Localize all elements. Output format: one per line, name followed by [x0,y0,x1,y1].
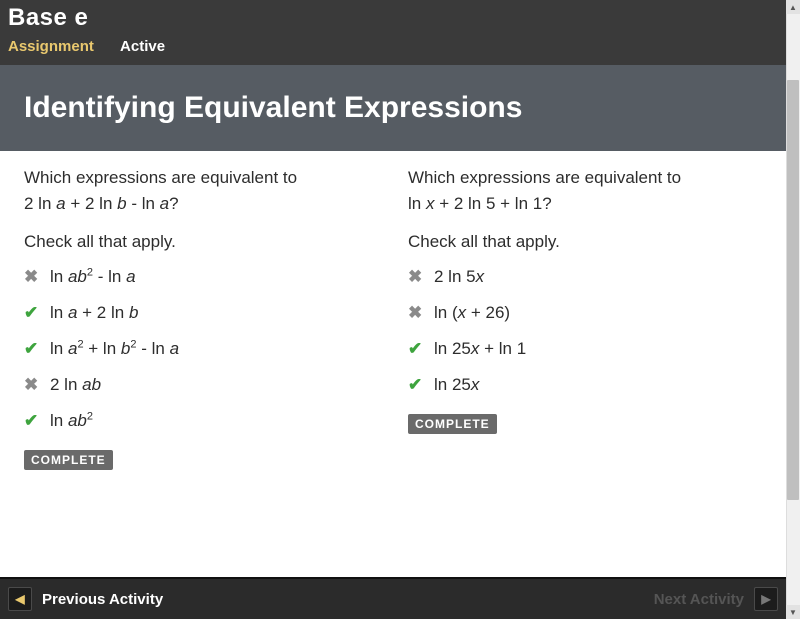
option-text: 2 ln 5x [434,266,484,288]
option-text: ln a + 2 ln b [50,302,138,324]
option-text: ln a2 + ln b2 - ln a [50,338,179,360]
course-title: Base e [8,4,778,32]
instruction-text: Check all that apply. [24,232,368,252]
check-icon: ✔ [24,340,50,357]
question-right: Which expressions are equivalent to ln x… [388,167,762,470]
option-item[interactable]: ✔ln a2 + ln b2 - ln a [24,338,368,360]
scroll-thumb[interactable] [787,80,799,500]
prompt-text: Which expressions are equivalent to [24,167,368,190]
chevron-left-icon: ◀ [8,587,32,611]
option-item[interactable]: ✔ln a + 2 ln b [24,302,368,324]
top-header: Base e Assignment Active [0,0,786,65]
prompt-text: Which expressions are equivalent to [408,167,752,190]
content-area: Which expressions are equivalent to 2 ln… [0,151,786,480]
expression-line: 2 ln a + 2 ln b - ln a? [24,194,368,214]
scroll-up-icon[interactable]: ▲ [786,0,800,14]
x-icon: ✖ [24,376,50,393]
title-band: Identifying Equivalent Expressions [0,65,786,151]
option-item[interactable]: ✖2 ln ab [24,374,368,396]
page-heading: Identifying Equivalent Expressions [24,91,762,125]
option-item[interactable]: ✔ln 25x [408,374,752,396]
options-list: ✖ln ab2 - ln a✔ln a + 2 ln b✔ln a2 + ln … [24,266,368,432]
bottom-nav: ◀ Previous Activity Next Activity ▶ [0,577,786,619]
check-icon: ✔ [408,340,434,357]
options-list: ✖2 ln 5x✖ln (x + 26)✔ln 25x + ln 1✔ln 25… [408,266,752,396]
assignment-label: Assignment [8,38,94,55]
next-activity-button: Next Activity ▶ [654,587,778,611]
option-item[interactable]: ✖2 ln 5x [408,266,752,288]
option-text: ln 25x [434,374,479,396]
option-item[interactable]: ✖ln ab2 - ln a [24,266,368,288]
x-icon: ✖ [24,268,50,285]
previous-activity-label: Previous Activity [42,591,163,608]
option-text: ln (x + 26) [434,302,510,324]
scroll-down-icon[interactable]: ▼ [786,605,800,619]
option-text: ln ab2 [50,410,93,432]
previous-activity-button[interactable]: ◀ Previous Activity [8,587,163,611]
check-icon: ✔ [24,412,50,429]
chevron-right-icon: ▶ [754,587,778,611]
x-icon: ✖ [408,268,434,285]
x-icon: ✖ [408,304,434,321]
scrollbar-track[interactable]: ▲ ▼ [786,0,800,619]
option-item[interactable]: ✔ln ab2 [24,410,368,432]
next-activity-label: Next Activity [654,591,744,608]
complete-badge: COMPLETE [408,414,497,434]
option-text: ln 25x + ln 1 [434,338,526,360]
check-icon: ✔ [24,304,50,321]
option-item[interactable]: ✔ln 25x + ln 1 [408,338,752,360]
expression-line: ln x + 2 ln 5 + ln 1? [408,194,752,214]
option-text: 2 ln ab [50,374,101,396]
instruction-text: Check all that apply. [408,232,752,252]
check-icon: ✔ [408,376,434,393]
option-text: ln ab2 - ln a [50,266,136,288]
question-left: Which expressions are equivalent to 2 ln… [24,167,388,470]
option-item[interactable]: ✖ln (x + 26) [408,302,752,324]
assignment-state: Active [120,38,165,55]
complete-badge: COMPLETE [24,450,113,470]
